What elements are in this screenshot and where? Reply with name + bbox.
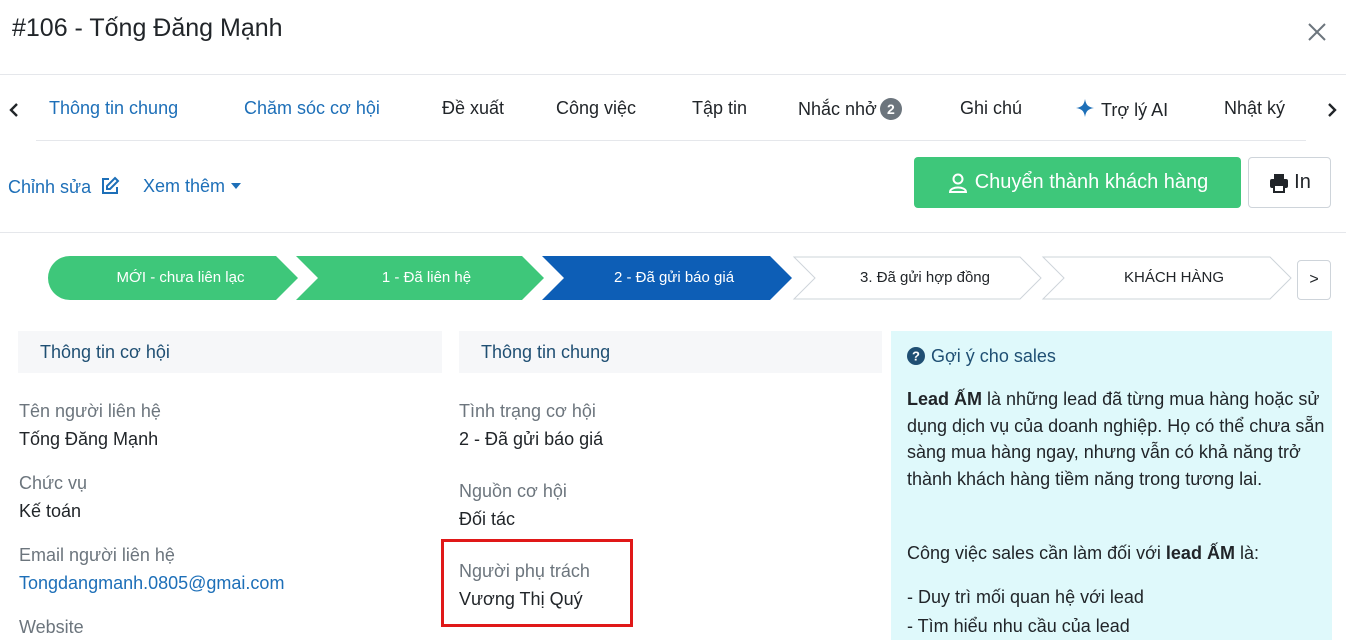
stage-customer[interactable]: KHÁCH HÀNG — [1061, 269, 1287, 286]
question-circle-icon: ? — [907, 347, 925, 365]
task-heading-prefix: Công việc sales cần làm đối với — [907, 543, 1166, 563]
sales-tips-item: - Tìm hiểu nhu cầu của lead — [907, 616, 1130, 636]
position-value: Kế toán — [19, 501, 82, 521]
tab-ai-assistant[interactable]: Trợ lý AI — [1075, 98, 1168, 121]
task-heading-bold: lead ẤM — [1165, 543, 1235, 563]
convert-to-customer-button[interactable]: Chuyển thành khách hàng — [914, 157, 1241, 208]
edit-label: Chỉnh sửa — [8, 177, 92, 197]
contact-email-label: Email người liên hệ — [19, 545, 175, 565]
print-button[interactable]: In — [1248, 157, 1331, 208]
pipeline-stages: MỚI - chưa liên lạc 1 - Đã liên hệ 2 - Đ… — [48, 256, 1298, 300]
tabs-next-button[interactable] — [1322, 98, 1342, 122]
contact-name-label: Tên người liên hệ — [19, 401, 161, 421]
convert-label: Chuyển thành khách hàng — [974, 171, 1209, 193]
website-label: Website — [19, 617, 84, 637]
edit-icon — [102, 176, 120, 194]
tab-reminders-label: Nhắc nhở — [798, 99, 877, 119]
more-dropdown[interactable]: Xem thêm — [143, 176, 242, 197]
edit-link[interactable]: Chỉnh sửa — [8, 176, 120, 198]
tabs-prev-button[interactable] — [4, 98, 24, 122]
svg-text:?: ? — [912, 349, 920, 364]
tab-tasks[interactable]: Công việc — [556, 98, 636, 119]
source-label: Nguồn cơ hội — [459, 481, 567, 501]
user-icon — [948, 173, 967, 193]
tab-reminders[interactable]: Nhắc nhở 2 — [798, 98, 902, 120]
contact-name-value: Tống Đăng Mạnh — [19, 429, 159, 449]
source-value: Đối tác — [459, 509, 516, 529]
reminder-count-badge: 2 — [879, 98, 902, 120]
chevron-left-icon — [9, 103, 18, 117]
tab-divider — [36, 140, 1306, 141]
tab-general[interactable]: Thông tin chung — [49, 98, 178, 119]
close-icon — [1308, 23, 1326, 41]
chevron-right-icon — [1328, 103, 1337, 117]
tab-opportunity-care[interactable]: Chăm sóc cơ hội — [244, 98, 380, 119]
sales-tips-item: - Duy trì mối quan hệ với lead — [907, 587, 1144, 607]
header-divider — [0, 74, 1346, 75]
sparkle-icon — [1076, 99, 1094, 117]
sales-tips-panel: ? Gợi ý cho sales Lead ẤM là những lead đ… — [891, 331, 1332, 640]
stage-contract-sent[interactable]: 3. Đã gửi hợp đồng — [812, 269, 1038, 286]
tab-ai-label: Trợ lý AI — [1101, 100, 1169, 120]
general-section-header: Thông tin chung — [459, 331, 882, 373]
task-heading-suffix: là: — [1234, 543, 1259, 563]
toolbar-divider — [0, 232, 1346, 233]
opportunity-section-header: Thông tin cơ hội — [18, 331, 442, 373]
tab-proposal[interactable]: Đề xuất — [442, 98, 504, 119]
status-value: 2 - Đã gửi báo giá — [459, 429, 604, 449]
close-button[interactable] — [1303, 18, 1331, 46]
tab-notes[interactable]: Ghi chú — [960, 98, 1022, 119]
printer-icon — [1270, 173, 1289, 193]
stage-contacted[interactable]: 1 - Đã liên hệ — [314, 269, 539, 286]
tab-bar: Thông tin chung Chăm sóc cơ hội Đề xuất … — [0, 90, 1346, 134]
position-label: Chức vụ — [19, 473, 88, 493]
more-label: Xem thêm — [143, 176, 226, 196]
tab-files[interactable]: Tập tin — [692, 98, 747, 119]
sales-tips-title-text: Gợi ý cho sales — [931, 346, 1056, 366]
sales-tips-task-heading: Công việc sales cần làm đối với lead ẤM … — [907, 543, 1259, 564]
stage-quote-sent[interactable]: 2 - Đã gửi báo giá — [560, 269, 788, 286]
highlight-box — [441, 539, 633, 627]
sales-tips-intro: Lead ẤM là những lead đã từng mua hàng h… — [907, 386, 1327, 492]
tab-log[interactable]: Nhật ký — [1224, 98, 1285, 119]
contact-email-link[interactable]: Tongdangmanh.0805@gmai.com — [19, 573, 284, 594]
page-title: #106 - Tống Đăng Mạnh — [12, 14, 283, 42]
stages-next-button[interactable]: > — [1297, 260, 1331, 300]
lead-warm-term: Lead ẤM — [907, 389, 983, 409]
sales-tips-title: ? Gợi ý cho sales — [907, 346, 1056, 367]
stage-new[interactable]: MỚI - chưa liên lạc — [68, 269, 293, 286]
print-label: In — [1294, 171, 1311, 193]
caret-down-icon — [231, 183, 242, 189]
status-label: Tình trạng cơ hội — [459, 401, 596, 421]
